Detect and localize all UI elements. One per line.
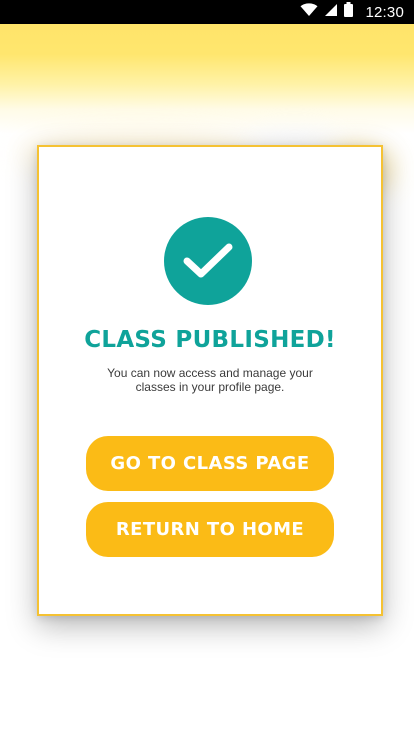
status-icons: 12:30 [300,2,404,22]
wifi-icon [300,2,318,22]
dialog-title: CLASS PUBLISHED! [84,327,336,353]
class-published-dialog: CLASS PUBLISHED! You can now access and … [37,145,383,616]
screen: 12:30 CLASS PUBLISHED! You can now acces… [0,0,414,736]
go-to-class-page-button[interactable]: GO TO CLASS PAGE [86,436,334,491]
dialog-message: You can now access and manage your class… [107,366,313,394]
cellular-signal-icon [324,3,338,22]
status-bar: 12:30 [0,0,414,24]
battery-icon [344,2,354,22]
status-time: 12:30 [365,3,404,21]
checkmark-icon [164,217,252,305]
return-to-home-button[interactable]: RETURN TO HOME [86,502,334,557]
